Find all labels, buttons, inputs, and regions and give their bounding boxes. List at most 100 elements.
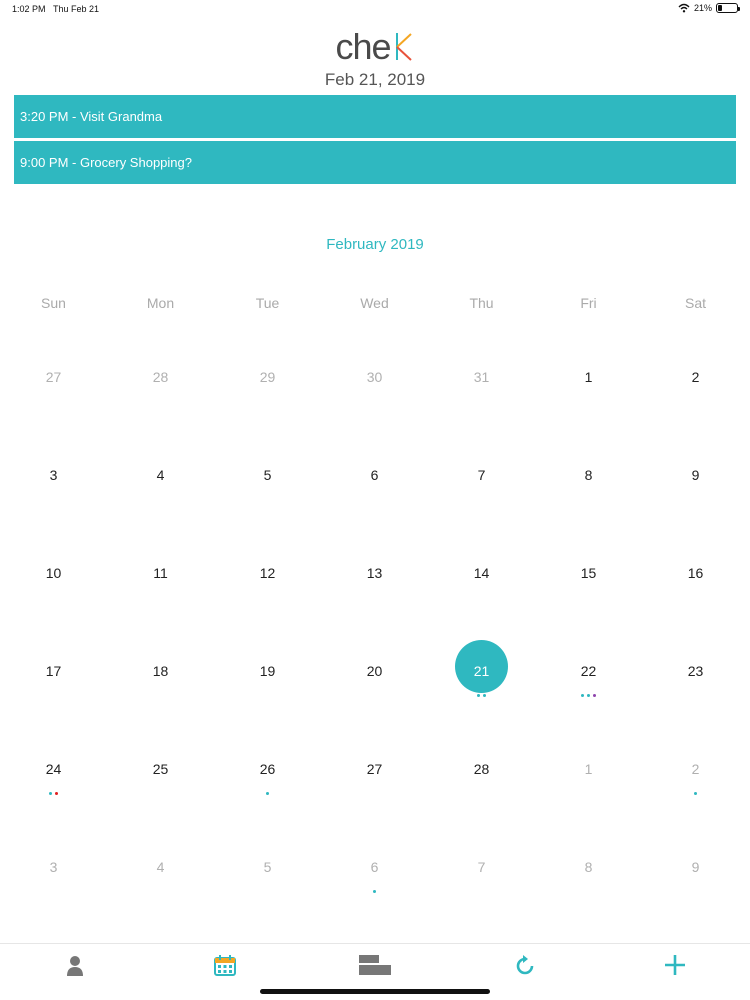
calendar-day[interactable]: 9 <box>642 830 749 928</box>
calendar-day[interactable]: 18 <box>107 634 214 732</box>
day-number: 20 <box>366 663 383 679</box>
day-number: 13 <box>366 565 383 581</box>
calendar-day[interactable]: 3 <box>0 830 107 928</box>
calendar-day[interactable]: 15 <box>535 536 642 634</box>
calendar-day[interactable]: 1 <box>535 340 642 438</box>
event-dot <box>266 792 269 795</box>
day-number: 16 <box>687 565 704 581</box>
calendar-day-selected[interactable]: 21 <box>428 634 535 732</box>
day-number: 15 <box>580 565 597 581</box>
calendar-week: 10 11 12 13 14 15 16 <box>0 536 750 634</box>
calendar-day[interactable]: 10 <box>0 536 107 634</box>
calendar-day[interactable]: 17 <box>0 634 107 732</box>
calendar-day[interactable]: 6 <box>321 438 428 536</box>
calendar-day[interactable]: 4 <box>107 438 214 536</box>
calendar-day[interactable]: 2 <box>642 732 749 830</box>
calendar-day[interactable]: 30 <box>321 340 428 438</box>
calendar-day[interactable]: 8 <box>535 830 642 928</box>
day-number: 8 <box>584 467 593 483</box>
calendar-day[interactable]: 7 <box>428 438 535 536</box>
event-dot <box>477 694 480 697</box>
day-number: 18 <box>152 663 169 679</box>
day-number: 12 <box>259 565 276 581</box>
day-number: 5 <box>263 859 272 875</box>
event-item[interactable]: 9:00 PM - Grocery Shopping? <box>14 141 736 184</box>
calendar-day[interactable]: 2 <box>642 340 749 438</box>
battery-icon <box>716 3 740 13</box>
day-number: 26 <box>259 761 276 777</box>
calendar-day[interactable]: 22 <box>535 634 642 732</box>
calendar-day[interactable]: 4 <box>107 830 214 928</box>
day-number: 31 <box>473 369 490 385</box>
day-number: 19 <box>259 663 276 679</box>
calendar-day[interactable]: 25 <box>107 732 214 830</box>
calendar-day[interactable]: 14 <box>428 536 535 634</box>
calendar-day[interactable]: 11 <box>107 536 214 634</box>
day-number: 2 <box>691 369 700 385</box>
person-icon <box>67 956 83 976</box>
calendar-day[interactable]: 23 <box>642 634 749 732</box>
day-number: 8 <box>584 859 593 875</box>
day-number: 1 <box>584 761 593 777</box>
calendar-day[interactable]: 28 <box>428 732 535 830</box>
status-date: Thu Feb 21 <box>53 4 100 14</box>
bars-icon <box>359 955 391 975</box>
weekday-label: Mon <box>146 295 175 311</box>
calendar-day[interactable]: 31 <box>428 340 535 438</box>
month-title: February 2019 <box>326 236 424 253</box>
event-indicator-dots <box>428 694 535 697</box>
calendar-week: 3 4 5 6 7 8 9 <box>0 438 750 536</box>
logo-k-mark <box>391 29 415 61</box>
tab-profile[interactable] <box>0 944 150 1000</box>
event-dot <box>49 792 52 795</box>
event-indicator-dots <box>642 792 749 795</box>
event-dot <box>55 792 58 795</box>
calendar-week: 17 18 19 20 21 22 23 <box>0 634 750 732</box>
event-dot <box>694 792 697 795</box>
calendar-day[interactable]: 26 <box>214 732 321 830</box>
weekday-label: Wed <box>360 295 389 311</box>
event-list: 3:20 PM - Visit Grandma 9:00 PM - Grocer… <box>14 95 736 187</box>
event-dot <box>581 694 584 697</box>
day-number: 17 <box>45 663 62 679</box>
event-dot <box>587 694 590 697</box>
weekday-label: Sat <box>684 295 706 311</box>
calendar-day[interactable]: 5 <box>214 438 321 536</box>
plus-icon <box>665 955 685 975</box>
calendar-day[interactable]: 9 <box>642 438 749 536</box>
calendar-day[interactable]: 29 <box>214 340 321 438</box>
tab-add[interactable] <box>600 944 750 1000</box>
event-indicator-dots <box>535 694 642 697</box>
day-number: 2 <box>691 761 700 777</box>
calendar-day[interactable]: 16 <box>642 536 749 634</box>
app-logo: che <box>0 26 750 68</box>
calendar-day[interactable]: 8 <box>535 438 642 536</box>
calendar-day[interactable]: 24 <box>0 732 107 830</box>
calendar-day[interactable]: 3 <box>0 438 107 536</box>
calendar-icon <box>214 955 236 976</box>
event-indicator-dots <box>321 890 428 893</box>
day-number: 9 <box>691 859 700 875</box>
event-dot <box>373 890 376 893</box>
event-item[interactable]: 3:20 PM - Visit Grandma <box>14 95 736 138</box>
calendar-day[interactable]: 12 <box>214 536 321 634</box>
weekday-label: Sun <box>41 295 66 311</box>
calendar-day[interactable]: 5 <box>214 830 321 928</box>
day-number: 21 <box>473 663 490 679</box>
calendar-day[interactable]: 20 <box>321 634 428 732</box>
weekday-label: Thu <box>469 295 494 311</box>
calendar-day[interactable]: 19 <box>214 634 321 732</box>
day-number: 6 <box>370 467 379 483</box>
day-number: 14 <box>473 565 490 581</box>
day-number: 28 <box>152 369 169 385</box>
selected-date-header: Feb 21, 2019 <box>324 70 426 89</box>
day-number: 5 <box>263 467 272 483</box>
calendar-day[interactable]: 27 <box>0 340 107 438</box>
calendar-day[interactable]: 28 <box>107 340 214 438</box>
calendar-day[interactable]: 13 <box>321 536 428 634</box>
calendar-day[interactable]: 6 <box>321 830 428 928</box>
event-indicator-dots <box>214 792 321 795</box>
calendar-day[interactable]: 7 <box>428 830 535 928</box>
calendar-day[interactable]: 27 <box>321 732 428 830</box>
calendar-day[interactable]: 1 <box>535 732 642 830</box>
